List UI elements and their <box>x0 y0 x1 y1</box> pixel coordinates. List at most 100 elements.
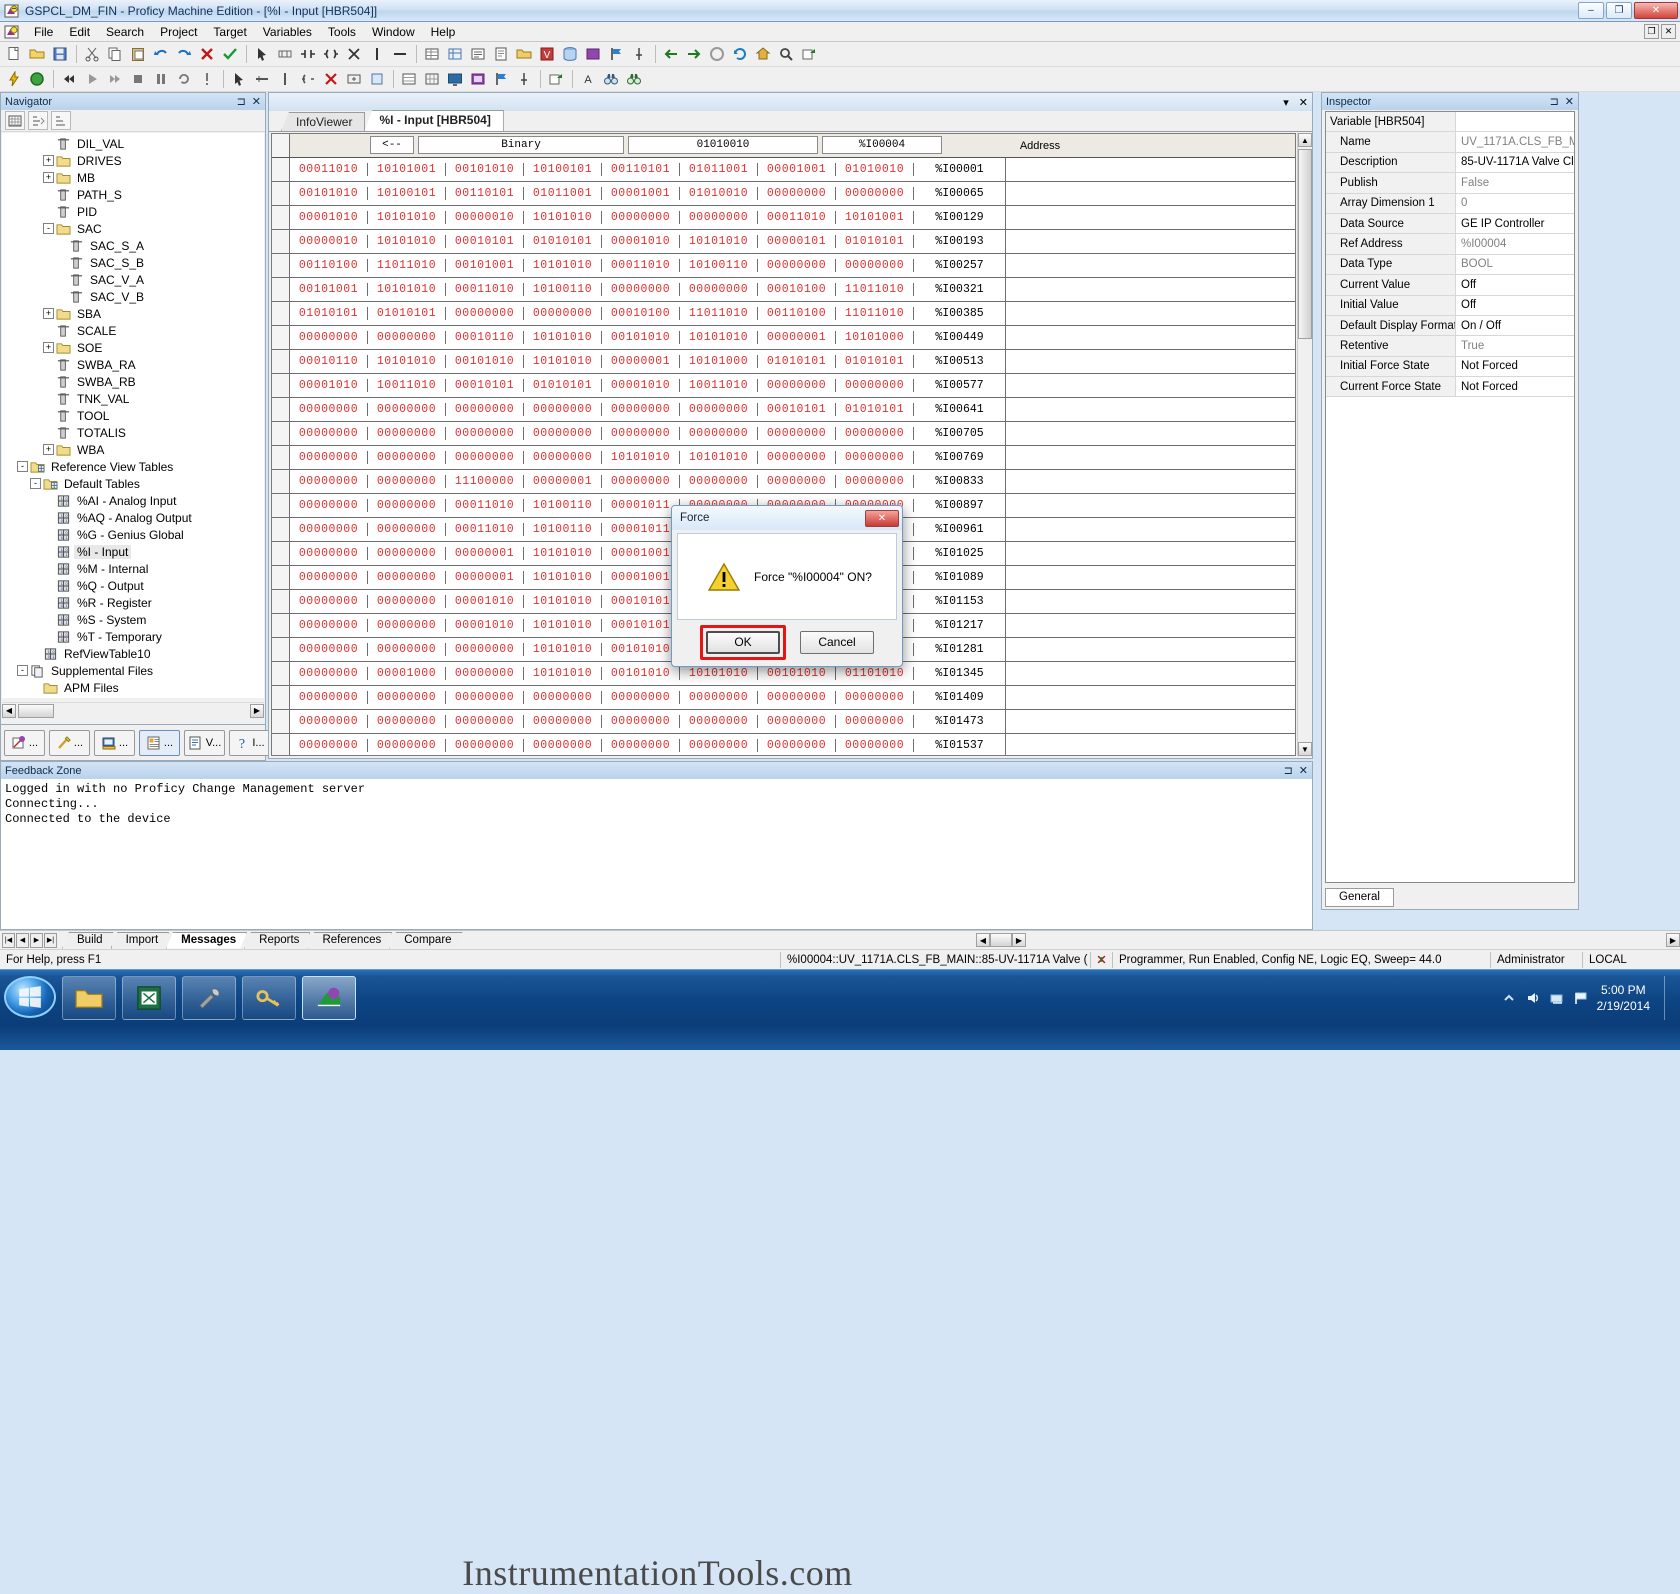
bit-group-cell[interactable]: 00011010 <box>446 499 524 512</box>
bit-group-cell[interactable]: 01010101 <box>836 403 914 416</box>
bit-group-cell[interactable]: 00000000 <box>836 691 914 704</box>
menu-item-window[interactable]: Window <box>364 23 423 41</box>
inspector-property-value[interactable]: %I00004 <box>1456 234 1574 254</box>
inspector-property-value[interactable]: GE IP Controller <box>1456 213 1574 234</box>
coil2-button[interactable] <box>297 69 319 90</box>
row-gutter[interactable] <box>272 470 290 493</box>
navigator-tree-item[interactable]: 1 0 0 1 %T - Temporary <box>2 628 264 645</box>
inspector-property-value[interactable]: False <box>1456 173 1574 193</box>
inspector-property-value[interactable]: True <box>1456 336 1574 356</box>
bit-group-cell[interactable]: 10101010 <box>368 211 446 224</box>
delete-button[interactable] <box>196 44 218 65</box>
bit-group-cell[interactable]: 00000000 <box>290 451 368 464</box>
tab-last-button[interactable]: ▶| <box>44 932 57 948</box>
bit-group-cell[interactable]: 01010101 <box>836 355 914 368</box>
row-gutter[interactable] <box>272 542 290 565</box>
bit-group-cell[interactable]: 00000000 <box>602 403 680 416</box>
bit-group-cell[interactable]: 00000000 <box>836 739 914 752</box>
bit-group-cell[interactable]: 00000101 <box>758 235 836 248</box>
taskbar-excel-icon[interactable] <box>122 976 176 1020</box>
bit-group-cell[interactable]: 10101000 <box>836 331 914 344</box>
editor-collapse-icon[interactable]: ▾ <box>1283 96 1289 109</box>
inspector-close-icon[interactable]: ✕ <box>1565 95 1574 108</box>
navigator-tree-item[interactable]: - Supplemental Files <box>2 662 264 679</box>
bit-group-cell[interactable]: 00000000 <box>758 187 836 200</box>
bit-group-cell[interactable]: 10101010 <box>368 235 446 248</box>
rungins-button[interactable] <box>343 69 365 90</box>
flag2-button[interactable] <box>490 69 512 90</box>
bit-group-cell[interactable]: 00000000 <box>602 427 680 440</box>
bit-group-cell[interactable]: 00000000 <box>368 451 446 464</box>
bit-group-cell[interactable]: 01010101 <box>836 235 914 248</box>
inspector-row[interactable]: Description 85-UV-1171A Valve Clo <box>1326 152 1574 174</box>
bit-group-cell[interactable]: 00011010 <box>758 211 836 224</box>
navigator-tab-variables[interactable]: ... <box>49 729 90 756</box>
bit-group-cell[interactable]: 10101010 <box>524 331 602 344</box>
bit-group-cell[interactable]: 10101010 <box>524 667 602 680</box>
inspector-property-value[interactable]: BOOL <box>1456 254 1574 275</box>
menu-item-project[interactable]: Project <box>152 23 205 41</box>
bit-group-cell[interactable]: 00000000 <box>368 715 446 728</box>
bit-group-cell[interactable]: 00001010 <box>290 211 368 224</box>
navigator-expand-icon[interactable] <box>51 111 71 130</box>
row-gutter[interactable] <box>272 374 290 397</box>
inspector-tab-general[interactable]: General <box>1325 888 1394 907</box>
bit-group-cell[interactable]: 00000000 <box>836 475 914 488</box>
bottom-tab-compare[interactable]: Compare <box>389 932 462 949</box>
bit-group-cell[interactable]: 00000000 <box>836 379 914 392</box>
bit-group-cell[interactable]: 00101001 <box>446 259 524 272</box>
minimize-button[interactable]: – <box>1578 2 1604 19</box>
bit-group-cell[interactable]: 00000000 <box>602 211 680 224</box>
inspector-property-value[interactable]: 0 <box>1456 193 1574 213</box>
bit-group-cell[interactable]: 00101010 <box>758 667 836 680</box>
navigator-tree-item[interactable]: 1 0 0 1 %Q - Output <box>2 577 264 594</box>
bit-group-cell[interactable]: 10101010 <box>524 619 602 632</box>
bit-group-cell[interactable]: 10011010 <box>680 379 758 392</box>
mdi-restore-button[interactable]: ❐ <box>1644 24 1659 39</box>
bit-group-cell[interactable]: 10101010 <box>680 451 758 464</box>
row-gutter[interactable] <box>272 398 290 421</box>
navigator-hscrollbar[interactable]: ◀ ▶ <box>2 702 264 718</box>
tray-expand-icon[interactable] <box>1501 990 1517 1006</box>
bottom-tab-import[interactable]: Import <box>111 932 170 949</box>
bit-group-cell[interactable]: 00011010 <box>290 163 368 176</box>
reference-table-row[interactable]: 00110100 11011010 00101001 10101010 00011010… <box>272 254 1295 278</box>
forward-button[interactable] <box>683 44 705 65</box>
bit-group-cell[interactable]: 00101010 <box>602 667 680 680</box>
bit-group-cell[interactable]: 00000000 <box>680 427 758 440</box>
bit-group-cell[interactable]: 10100101 <box>368 187 446 200</box>
editor-tab-0[interactable]: InfoViewer <box>281 112 366 131</box>
bottom-tab-build[interactable]: Build <box>62 932 114 949</box>
rung-button[interactable] <box>274 44 296 65</box>
tree-expander-icon[interactable]: + <box>43 155 54 166</box>
bit-group-cell[interactable]: 01010101 <box>524 235 602 248</box>
bit-group-cell[interactable]: 00000000 <box>368 523 446 536</box>
bit-group-cell[interactable]: 10100110 <box>524 499 602 512</box>
menu-item-target[interactable]: Target <box>205 23 254 41</box>
bit-group-cell[interactable]: 00011010 <box>446 283 524 296</box>
bit-group-cell[interactable]: 01101010 <box>836 667 914 680</box>
row-gutter[interactable] <box>272 230 290 253</box>
navigator-tree-item[interactable]: PID <box>2 203 264 220</box>
block-button[interactable] <box>366 69 388 90</box>
bit-group-cell[interactable]: 00000000 <box>602 739 680 752</box>
bit-group-cell[interactable]: 00110100 <box>290 259 368 272</box>
bit-group-cell[interactable]: 00000000 <box>758 475 836 488</box>
bit-group-cell[interactable]: 00000000 <box>680 715 758 728</box>
start-button[interactable] <box>4 976 56 1018</box>
navigator-close-icon[interactable]: ✕ <box>252 95 261 108</box>
variables-button[interactable]: V <box>536 44 558 65</box>
bit-group-cell[interactable]: 00000000 <box>446 451 524 464</box>
bit-group-cell[interactable]: 00001000 <box>368 667 446 680</box>
tree-expander-icon[interactable]: + <box>43 308 54 319</box>
menu-item-variables[interactable]: Variables <box>255 23 320 41</box>
row-gutter[interactable] <box>272 710 290 733</box>
reference-table-row[interactable]: 00000000 00000000 00000000 00000000 00000000… <box>272 686 1295 710</box>
binoculars-button[interactable] <box>600 69 622 90</box>
undo-button[interactable] <box>150 44 172 65</box>
report-button[interactable] <box>490 44 512 65</box>
navigator-tree-item[interactable]: SAC_S_A <box>2 237 264 254</box>
new-button[interactable] <box>3 44 25 65</box>
inspector-row[interactable]: Ref Address %I00004 <box>1326 234 1574 255</box>
bit-group-cell[interactable]: 00000000 <box>290 523 368 536</box>
